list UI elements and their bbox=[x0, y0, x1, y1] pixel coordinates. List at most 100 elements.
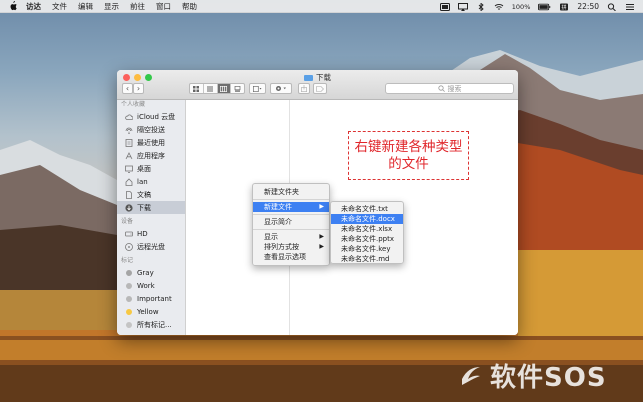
window-title: 下载 bbox=[117, 72, 518, 83]
menu-separator bbox=[253, 214, 329, 215]
back-button[interactable]: ‹ bbox=[122, 83, 133, 94]
control-icon[interactable] bbox=[439, 2, 450, 11]
menu-item-view[interactable]: 显示 ▶ bbox=[253, 232, 329, 242]
recents-icon bbox=[125, 138, 133, 147]
gallery-view-button[interactable] bbox=[231, 84, 244, 93]
home-icon bbox=[125, 177, 133, 186]
submenu-arrow-icon: ▶ bbox=[319, 243, 324, 250]
submenu-item-txt[interactable]: 未命名文件.txt bbox=[331, 204, 403, 214]
sidebar-tag-all[interactable]: 所有标记... bbox=[117, 318, 185, 331]
sidebar-item-downloads[interactable]: 下载 bbox=[117, 201, 185, 214]
sidebar-item-hd[interactable]: HD bbox=[117, 227, 185, 240]
sidebar-item-remote-disc[interactable]: 远程光盘 bbox=[117, 240, 185, 253]
columns-icon bbox=[220, 85, 228, 92]
menu-item-new-folder[interactable]: 新建文件夹 bbox=[253, 187, 329, 197]
menu-item-get-info[interactable]: 显示简介 bbox=[253, 217, 329, 227]
menu-bar: 访达 文件 编辑 显示 前往 窗口 帮助 100% 拼 22:50 bbox=[0, 0, 643, 13]
document-icon bbox=[126, 190, 132, 199]
disc-icon bbox=[125, 242, 133, 251]
submenu-arrow-icon: ▶ bbox=[319, 203, 324, 210]
tag-dot-icon bbox=[126, 269, 132, 276]
clock[interactable]: 22:50 bbox=[577, 2, 599, 11]
sidebar-item-label: Important bbox=[137, 294, 172, 303]
title-bar: 下载 ‹ › 搜索 bbox=[117, 70, 518, 100]
svg-text:拼: 拼 bbox=[562, 4, 567, 11]
submenu-item-docx[interactable]: 未命名文件.docx bbox=[331, 214, 403, 224]
download-icon bbox=[125, 203, 133, 212]
sidebar-item-label: 应用程序 bbox=[137, 151, 165, 160]
menu-item-sort-by[interactable]: 排列方式按 ▶ bbox=[253, 242, 329, 252]
sidebar-tag-yellow[interactable]: Yellow bbox=[117, 305, 185, 318]
battery-icon[interactable] bbox=[538, 3, 551, 11]
menu-window[interactable]: 窗口 bbox=[156, 1, 171, 12]
share-button[interactable] bbox=[298, 83, 310, 94]
apple-logo-icon[interactable] bbox=[8, 1, 18, 11]
menu-view[interactable]: 显示 bbox=[104, 1, 119, 12]
menu-separator bbox=[253, 199, 329, 200]
menu-item-new-file[interactable]: 新建文件 ▶ bbox=[253, 202, 329, 212]
menu-go[interactable]: 前往 bbox=[130, 1, 145, 12]
chevron-right-icon: › bbox=[136, 84, 141, 93]
submenu-arrow-icon: ▶ bbox=[319, 233, 324, 240]
tag-dot-icon bbox=[126, 308, 132, 315]
sidebar-tag-gray[interactable]: Gray bbox=[117, 266, 185, 279]
submenu-item-xlsx[interactable]: 未命名文件.xlsx bbox=[331, 224, 403, 234]
sidebar-item-label: Yellow bbox=[137, 307, 159, 316]
sidebar-item-applications[interactable]: 应用程序 bbox=[117, 149, 185, 162]
tag-dot-icon bbox=[126, 295, 132, 302]
menu-file[interactable]: 文件 bbox=[52, 1, 67, 12]
list-icon[interactable] bbox=[625, 3, 635, 11]
sidebar-item-home[interactable]: lan bbox=[117, 175, 185, 188]
sidebar-item-label: 文稿 bbox=[137, 190, 151, 199]
watermark: 软件SOS bbox=[456, 356, 636, 394]
arrange-icon bbox=[253, 85, 262, 92]
menu-item-label: 新建文件 bbox=[264, 203, 292, 211]
sidebar-item-recents[interactable]: 最近使用 bbox=[117, 136, 185, 149]
sidebar-tag-important[interactable]: Important bbox=[117, 292, 185, 305]
sidebar-tag-work[interactable]: Work bbox=[117, 279, 185, 292]
list-view-button[interactable] bbox=[204, 84, 218, 93]
battery-percent: 100% bbox=[511, 2, 531, 11]
menu-help[interactable]: 帮助 bbox=[182, 1, 197, 12]
annotation-callout: 右键新建各种类型 的文件 bbox=[348, 131, 469, 180]
sidebar-item-label: 最近使用 bbox=[137, 138, 165, 147]
menu-item-view-options[interactable]: 查看显示选项 bbox=[253, 252, 329, 262]
menu-item-label: 显示 bbox=[264, 233, 278, 241]
sidebar-item-label: Work bbox=[137, 281, 155, 290]
airdrop-icon bbox=[125, 127, 133, 134]
menu-edit[interactable]: 编辑 bbox=[78, 1, 93, 12]
icon-view-button[interactable] bbox=[190, 84, 204, 93]
input-method-icon[interactable]: 拼 bbox=[559, 3, 569, 11]
gear-icon bbox=[276, 86, 286, 91]
watermark-logo-icon bbox=[462, 367, 480, 385]
sidebar-item-label: 下载 bbox=[137, 203, 151, 212]
submenu-item-md[interactable]: 未命名文件.md bbox=[331, 254, 403, 264]
sidebar-item-documents[interactable]: 文稿 bbox=[117, 188, 185, 201]
action-button[interactable] bbox=[270, 83, 292, 94]
column-view-button[interactable] bbox=[217, 84, 232, 93]
view-mode-segmented bbox=[189, 83, 245, 94]
tags-button[interactable] bbox=[313, 83, 327, 94]
sidebar-item-airdrop[interactable]: 隔空投送 bbox=[117, 123, 185, 136]
tag-icon bbox=[316, 85, 324, 92]
sidebar-item-label: 桌面 bbox=[137, 164, 151, 173]
menu-item-label: 排列方式按 bbox=[264, 243, 299, 251]
wifi-icon[interactable] bbox=[494, 3, 504, 11]
grid-icon bbox=[193, 85, 200, 92]
list-view-icon bbox=[207, 86, 214, 91]
sidebar-item-label: 远程光盘 bbox=[137, 242, 165, 251]
sidebar-header-devices: 设备 bbox=[121, 218, 134, 225]
search-icon[interactable] bbox=[607, 2, 617, 11]
annotation-line-2: 的文件 bbox=[388, 155, 429, 172]
arrange-button[interactable] bbox=[249, 83, 266, 94]
menu-app-finder[interactable]: 访达 bbox=[26, 1, 41, 12]
sidebar-item-icloud[interactable]: iCloud 云盘 bbox=[117, 110, 185, 123]
submenu-item-pptx[interactable]: 未命名文件.pptx bbox=[331, 234, 403, 244]
forward-button[interactable]: › bbox=[133, 83, 144, 94]
bluetooth-icon[interactable] bbox=[476, 2, 486, 11]
screen-mirroring-icon[interactable] bbox=[457, 2, 468, 11]
cloud-icon bbox=[125, 114, 133, 120]
submenu-item-key[interactable]: 未命名文件.key bbox=[331, 244, 403, 254]
search-field[interactable]: 搜索 bbox=[385, 83, 514, 94]
sidebar-item-desktop[interactable]: 桌面 bbox=[117, 162, 185, 175]
